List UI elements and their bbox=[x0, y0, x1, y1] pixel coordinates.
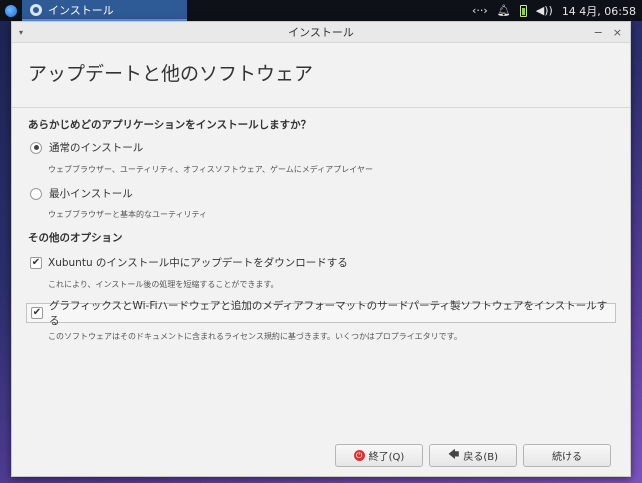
window-menu-icon[interactable]: ▾ bbox=[12, 28, 30, 37]
xubuntu-menu-icon[interactable] bbox=[0, 0, 22, 21]
normal-install-option[interactable]: 通常のインストール bbox=[28, 140, 614, 155]
quit-button[interactable]: ⏻ 終了(Q) bbox=[335, 444, 423, 467]
third-party-label[interactable]: グラフィックスとWi-Fiハードウェアと追加のメディアフォーマットのサードパーテ… bbox=[49, 298, 615, 328]
top-panel: インストール ‹··› 🔔︎ ◀)) 14 4月, 06:58 bbox=[0, 0, 642, 21]
third-party-option[interactable]: ✔ グラフィックスとWi-Fiハードウェアと追加のメディアフォーマットのサードパ… bbox=[26, 300, 616, 327]
power-icon: ⏻ bbox=[353, 450, 365, 461]
system-tray: ‹··› 🔔︎ ◀)) 14 4月, 06:58 bbox=[472, 3, 642, 19]
other-options-heading: その他のオプション bbox=[28, 232, 123, 244]
network-icon[interactable]: ‹··› bbox=[472, 4, 488, 17]
normal-install-description: ウェブブラウザー、ユーティリティ、オフィスソフトウェア、ゲームにメディアプレイヤ… bbox=[48, 165, 373, 174]
installer-app-icon bbox=[30, 3, 42, 16]
install-question: あらかじめどのアプリケーションをインストールしますか？ bbox=[28, 119, 312, 131]
minimal-install-label[interactable]: 最小インストール bbox=[49, 186, 133, 201]
volume-icon[interactable]: ◀)) bbox=[536, 4, 553, 17]
bell-icon[interactable]: 🔔︎ bbox=[497, 4, 511, 17]
back-arrow-icon: 🡄 bbox=[447, 448, 460, 461]
minimal-install-description: ウェブブラウザーと基本的なユーティリティ bbox=[48, 210, 208, 219]
minimal-install-radio[interactable] bbox=[30, 187, 42, 200]
window-titlebar[interactable]: ▾ インストール − × bbox=[12, 22, 630, 43]
close-button[interactable]: × bbox=[613, 26, 622, 39]
quit-button-label: 終了(Q) bbox=[368, 452, 405, 463]
download-updates-checkbox[interactable]: ✔ bbox=[30, 256, 42, 269]
third-party-description: このソフトウェアはそのドキュメントに含まれるライセンス規約に基づきます。いくつか… bbox=[48, 332, 462, 341]
page-title: アップデートと他のソフトウェア bbox=[28, 63, 314, 85]
third-party-checkbox[interactable]: ✔ bbox=[31, 307, 43, 319]
taskbar-item-label: インストール bbox=[48, 3, 114, 17]
battery-icon[interactable] bbox=[519, 4, 527, 17]
download-updates-label[interactable]: Xubuntu のインストール中にアップデートをダウンロードする bbox=[48, 255, 348, 270]
taskbar-item-installer[interactable]: インストール bbox=[22, 0, 187, 21]
back-button[interactable]: 🡄 戻る(B) bbox=[429, 444, 517, 467]
minimize-button[interactable]: − bbox=[594, 26, 603, 39]
normal-install-label[interactable]: 通常のインストール bbox=[49, 140, 143, 155]
window-title: インストール bbox=[288, 26, 354, 39]
continue-button[interactable]: 続ける bbox=[523, 444, 611, 467]
back-button-label: 戻る(B) bbox=[463, 452, 499, 463]
normal-install-radio[interactable] bbox=[30, 141, 42, 154]
continue-button-label: 続ける bbox=[552, 452, 582, 463]
divider bbox=[12, 107, 630, 108]
installer-window: ▾ インストール − × アップデートと他のソフトウェア あらかじめどのアプリケ… bbox=[11, 21, 631, 477]
minimal-install-option[interactable]: 最小インストール bbox=[28, 186, 614, 201]
navigation-buttons: ⏻ 終了(Q) 🡄 戻る(B) 続ける bbox=[335, 444, 611, 467]
download-updates-option[interactable]: ✔ Xubuntu のインストール中にアップデートをダウンロードする bbox=[28, 255, 614, 270]
clock[interactable]: 14 4月, 06:58 bbox=[562, 3, 636, 19]
download-updates-description: これにより、インストール後の処理を短縮することができます。 bbox=[48, 280, 279, 289]
